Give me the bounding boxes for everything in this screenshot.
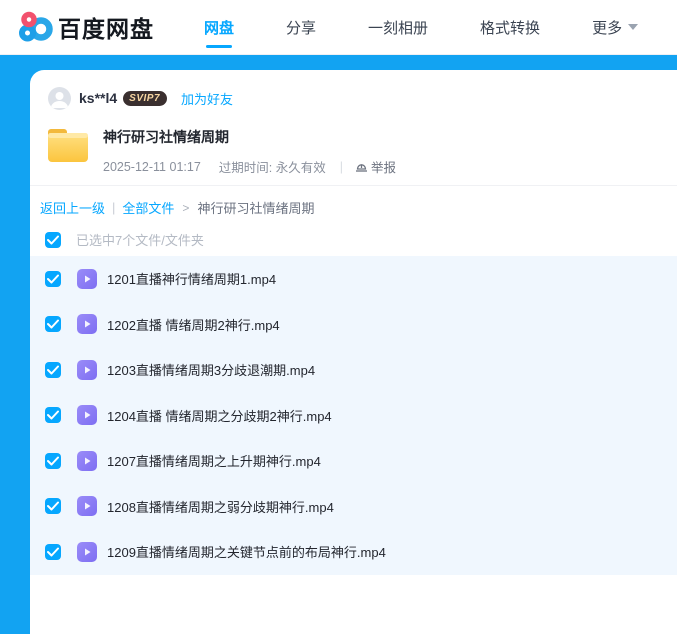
file-row[interactable]: 1208直播情绪周期之弱分歧期神行.mp4 (30, 484, 677, 530)
section-divider (30, 185, 677, 186)
breadcrumb-separator: | (112, 200, 115, 215)
share-content-card: ks**l4 SVIP7 加为好友 神行研习社情绪周期 202 (30, 70, 677, 634)
owner-username: ks**l4 (79, 90, 117, 106)
folder-sub-info: 2025-12-11 01:17 过期时间: 永久有效 | 举报 (103, 157, 396, 176)
select-all-row: 已选中7个文件/文件夹 (45, 230, 204, 249)
shared-folder-summary: 神行研习社情绪周期 2025-12-11 01:17 过期时间: 永久有效 | … (45, 123, 396, 176)
file-name[interactable]: 1202直播 情绪周期2神行.mp4 (107, 315, 280, 334)
row-checkbox[interactable] (45, 453, 61, 469)
file-row[interactable]: 1209直播情绪周期之关键节点前的布局神行.mp4 (30, 529, 677, 575)
breadcrumb-chevron: > (182, 201, 189, 215)
file-row[interactable]: 1201直播神行情绪周期1.mp4 (30, 256, 677, 302)
folder-meta: 神行研习社情绪周期 2025-12-11 01:17 过期时间: 永久有效 | … (103, 123, 396, 176)
video-file-icon (77, 314, 97, 334)
file-name[interactable]: 1207直播情绪周期之上升期神行.mp4 (107, 451, 321, 470)
breadcrumb-current-folder: 神行研习社情绪周期 (197, 198, 314, 217)
nav-tab-photos[interactable]: 一刻相册 (368, 0, 428, 55)
file-name[interactable]: 1204直播 情绪周期之分歧期2神行.mp4 (107, 406, 332, 425)
share-time: 2025-12-11 01:17 (103, 160, 201, 174)
chevron-down-icon (628, 24, 638, 30)
file-list: 1201直播神行情绪周期1.mp4 1202直播 情绪周期2神行.mp4 120… (30, 256, 677, 575)
file-row[interactable]: 1204直播 情绪周期之分歧期2神行.mp4 (30, 393, 677, 439)
nav-tab-more[interactable]: 更多 (592, 0, 638, 55)
folder-name: 神行研习社情绪周期 (103, 127, 396, 147)
top-navigation-bar: 百度网盘 网盘 分享 一刻相册 格式转换 更多 (0, 0, 677, 55)
file-row[interactable]: 1202直播 情绪周期2神行.mp4 (30, 302, 677, 348)
file-name[interactable]: 1209直播情绪周期之关键节点前的布局神行.mp4 (107, 542, 386, 561)
brand[interactable]: 百度网盘 (18, 10, 154, 44)
selection-summary: 已选中7个文件/文件夹 (76, 230, 204, 249)
nav-tab-netdisk[interactable]: 网盘 (204, 0, 234, 55)
file-name[interactable]: 1203直播情绪周期3分歧退潮期.mp4 (107, 360, 315, 379)
video-file-icon (77, 405, 97, 425)
video-file-icon (77, 496, 97, 516)
file-name[interactable]: 1208直播情绪周期之弱分歧期神行.mp4 (107, 497, 334, 516)
breadcrumb-back-link[interactable]: 返回上一级 (40, 198, 105, 217)
breadcrumb-all-files-link[interactable]: 全部文件 (122, 198, 174, 217)
expire-info: 过期时间: 永久有效 (219, 157, 326, 176)
row-checkbox[interactable] (45, 498, 61, 514)
row-checkbox[interactable] (45, 362, 61, 378)
nav-tab-share[interactable]: 分享 (286, 0, 316, 55)
file-row[interactable]: 1207直播情绪周期之上升期神行.mp4 (30, 438, 677, 484)
primary-nav: 网盘 分享 一刻相册 格式转换 更多 (204, 0, 638, 55)
video-file-icon (77, 451, 97, 471)
row-checkbox[interactable] (45, 316, 61, 332)
video-file-icon (77, 360, 97, 380)
baidu-netdisk-logo-icon (18, 11, 54, 43)
report-button[interactable]: 举报 (355, 157, 396, 176)
nav-tab-format-convert[interactable]: 格式转换 (480, 0, 540, 55)
video-file-icon (77, 542, 97, 562)
brand-title: 百度网盘 (58, 10, 154, 44)
baidu-netdisk-share-page: 百度网盘 网盘 分享 一刻相册 格式转换 更多 (0, 0, 677, 634)
file-name[interactable]: 1201直播神行情绪周期1.mp4 (107, 269, 276, 288)
row-checkbox[interactable] (45, 271, 61, 287)
video-file-icon (77, 269, 97, 289)
report-label: 举报 (371, 157, 396, 176)
report-alarm-icon (355, 160, 368, 173)
avatar (48, 87, 71, 110)
svip-badge: SVIP7 (123, 91, 167, 106)
vertical-divider: | (340, 160, 343, 174)
row-checkbox[interactable] (45, 407, 61, 423)
folder-icon (45, 123, 91, 167)
breadcrumb: 返回上一级 | 全部文件 > 神行研习社情绪周期 (40, 198, 314, 217)
share-owner-row: ks**l4 SVIP7 加为好友 (48, 86, 233, 110)
row-checkbox[interactable] (45, 544, 61, 560)
add-friend-link[interactable]: 加为好友 (181, 89, 233, 108)
file-row[interactable]: 1203直播情绪周期3分歧退潮期.mp4 (30, 347, 677, 393)
select-all-checkbox[interactable] (45, 232, 61, 248)
